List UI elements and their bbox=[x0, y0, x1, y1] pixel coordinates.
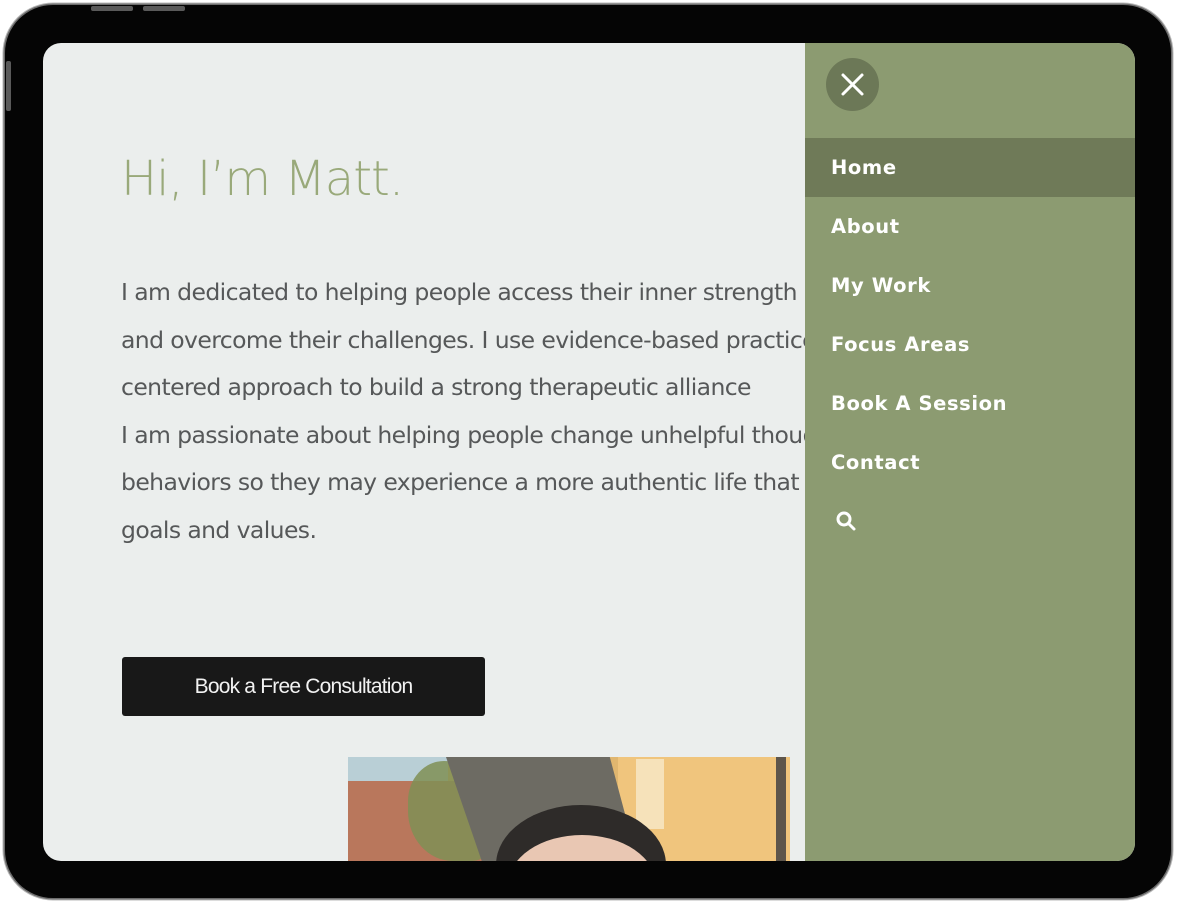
nav-item-home[interactable]: Home bbox=[805, 138, 1135, 197]
page-title: Hi, I’m Matt. bbox=[121, 151, 404, 207]
nav-item-focus-areas[interactable]: Focus Areas bbox=[805, 315, 1135, 374]
intro-line: I am dedicated to helping people access … bbox=[121, 278, 798, 306]
close-icon bbox=[841, 73, 864, 96]
search-button[interactable] bbox=[835, 510, 859, 534]
navigation-drawer: Home About My Work Focus Areas Book A Se… bbox=[805, 43, 1135, 861]
intro-line: centered approach to build a strong ther… bbox=[121, 373, 752, 401]
intro-line: and overcome their challenges. I use evi… bbox=[121, 325, 828, 354]
profile-photo bbox=[348, 757, 790, 861]
close-menu-button[interactable] bbox=[826, 58, 879, 111]
intro-paragraph: I am dedicated to helping people access … bbox=[121, 269, 841, 554]
nav-item-contact[interactable]: Contact bbox=[805, 433, 1135, 492]
intro-line: I am passionate about helping people cha… bbox=[121, 420, 841, 449]
top-button bbox=[143, 6, 185, 11]
search-icon bbox=[836, 511, 856, 531]
side-button bbox=[6, 61, 11, 111]
nav-item-my-work[interactable]: My Work bbox=[805, 256, 1135, 315]
top-button bbox=[91, 6, 133, 11]
screen: Hi, I’m Matt. I am dedicated to helping … bbox=[43, 43, 1135, 861]
nav-menu: Home About My Work Focus Areas Book A Se… bbox=[805, 138, 1135, 492]
intro-line: goals and values. bbox=[121, 515, 317, 544]
book-consultation-button[interactable]: Book a Free Consultation bbox=[122, 657, 485, 716]
intro-line: behaviors so they may experience a more … bbox=[121, 468, 800, 496]
nav-item-about[interactable]: About bbox=[805, 197, 1135, 256]
nav-item-book-a-session[interactable]: Book A Session bbox=[805, 374, 1135, 433]
